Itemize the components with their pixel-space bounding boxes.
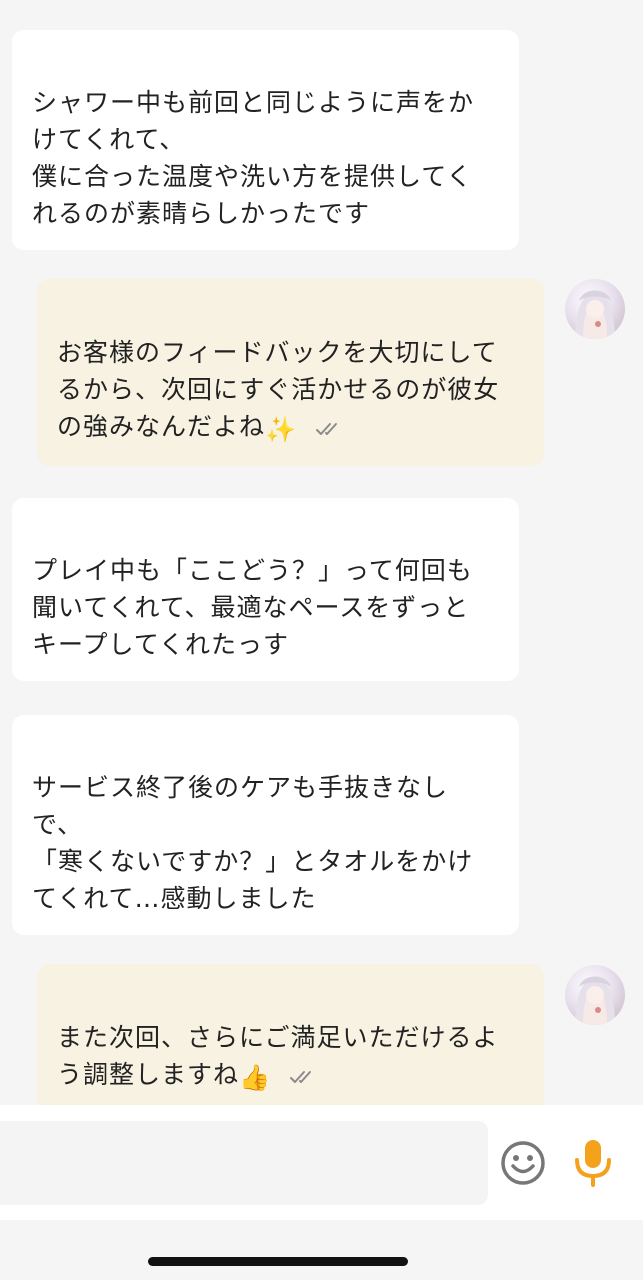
message-text: シャワー中も前回と同じように声をか けてくれて、 僕に合った温度や洗い方を提供し…	[32, 88, 475, 228]
read-receipt-icon	[289, 1057, 317, 1094]
bottom-safe-area	[0, 1220, 643, 1280]
message-text: また次回、さらにご満足いただけるよ う調整しますね	[57, 1023, 499, 1089]
avatar[interactable]	[565, 965, 625, 1025]
read-receipt-icon	[315, 409, 343, 446]
thumbs-up-emoji: 👍	[239, 1063, 272, 1092]
message-bubble-incoming[interactable]: シャワー中も前回と同じように声をか けてくれて、 僕に合った温度や洗い方を提供し…	[12, 30, 519, 250]
message-input[interactable]	[0, 1121, 488, 1205]
home-indicator[interactable]	[148, 1257, 408, 1266]
composer-bar	[0, 1105, 643, 1220]
message-text: プレイ中も「ここどう？」って何回も 聞いてくれて、最適なペースをずっと キープし…	[32, 556, 473, 659]
smiley-icon[interactable]	[500, 1140, 546, 1186]
message-bubble-incoming[interactable]: サービス終了後のケアも手抜きなし で、 「寒くないですか？」とタオルをかけ てく…	[12, 715, 519, 935]
message-bubble-incoming[interactable]: プレイ中も「ここどう？」って何回も 聞いてくれて、最適なペースをずっと キープし…	[12, 498, 519, 681]
sparkles-emoji: ✨	[265, 415, 298, 444]
chat-thread: シャワー中も前回と同じように声をか けてくれて、 僕に合った温度や洗い方を提供し…	[0, 0, 643, 1114]
message-text: サービス終了後のケアも手抜きなし で、 「寒くないですか？」とタオルをかけ てく…	[32, 773, 474, 913]
message-bubble-outgoing[interactable]: また次回、さらにご満足いただけるよ う調整しますね👍	[37, 964, 544, 1114]
message-bubble-outgoing[interactable]: お客様のフィードバックを大切にして るから、次回にすぐ活かせるのが彼女 の強みな…	[37, 279, 544, 466]
avatar[interactable]	[565, 279, 625, 339]
microphone-icon[interactable]	[572, 1138, 614, 1188]
